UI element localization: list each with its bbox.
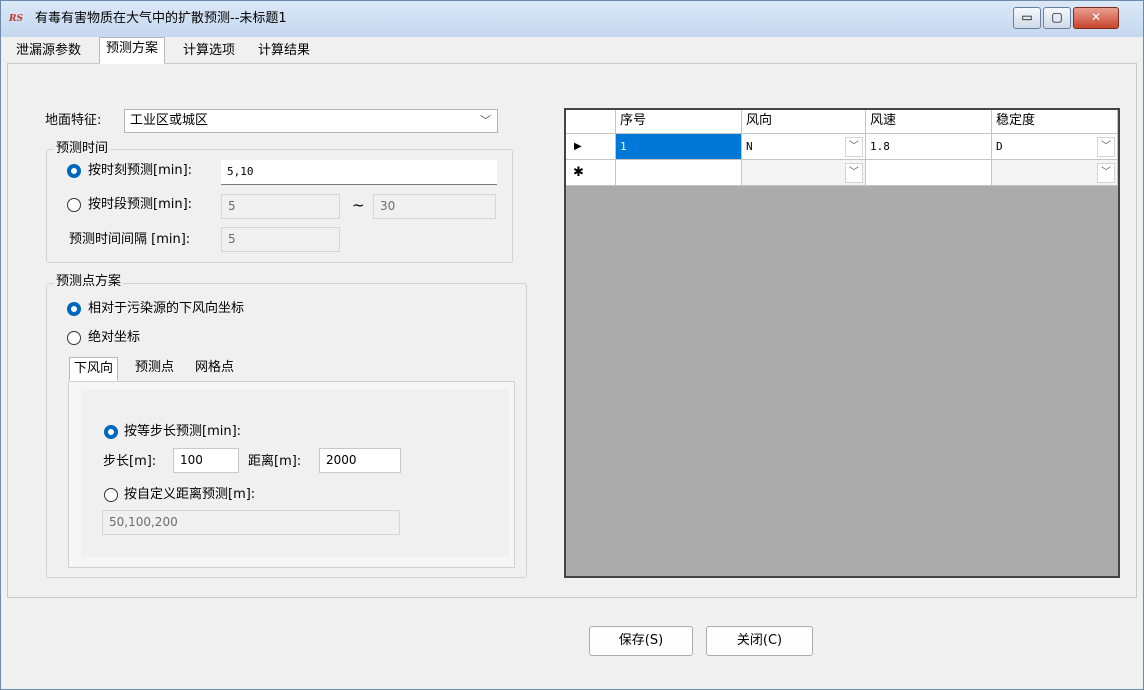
step-input[interactable]: 100 — [173, 448, 239, 473]
by-period-radio[interactable] — [67, 198, 81, 212]
row-indicator-new[interactable]: ✱ — [566, 160, 616, 186]
stability-value: D — [996, 140, 1003, 153]
distance-label: 距离[m]: — [248, 454, 302, 469]
by-moment-label: 按时刻预测[min]: — [88, 163, 193, 178]
minimize-button[interactable]: ▭ — [1013, 7, 1041, 29]
chevron-down-icon: ﹀ — [480, 114, 491, 127]
relative-coords-radio[interactable] — [67, 302, 81, 316]
new-row-cell-index[interactable] — [616, 160, 742, 186]
window-title: 有毒有害物质在大气中的扩散预测--未标题1 — [35, 11, 287, 26]
period-to-input[interactable]: 30 — [373, 194, 496, 219]
subtab-grid-points[interactable]: 网格点 — [191, 357, 238, 381]
new-row-cell-wind-speed[interactable] — [866, 160, 992, 186]
chevron-down-icon[interactable]: ﹀ — [845, 163, 863, 183]
new-row-cell-stability[interactable]: ﹀ — [992, 160, 1118, 186]
custom-distance-label: 按自定义距离预测[m]: — [124, 487, 256, 502]
close-icon: ✕ — [1090, 10, 1102, 24]
interval-label: 预测时间间隔 [min]: — [69, 232, 191, 247]
distance-input[interactable]: 2000 — [319, 448, 401, 473]
save-button[interactable]: 保存(S) — [589, 626, 693, 656]
close-window-button[interactable]: ✕ — [1073, 7, 1119, 29]
application-window: RS 有毒有害物质在大气中的扩散预测--未标题1 ▭ ▢ ✕ 泄漏源参数 预测方… — [0, 0, 1144, 690]
tab-leak-source-params[interactable]: 泄漏源参数 — [9, 39, 88, 63]
period-from-input[interactable]: 5 — [221, 194, 340, 219]
equal-step-label: 按等步长预测[min]: — [124, 424, 242, 439]
grid-cell-wind-direction[interactable]: N ﹀ — [742, 134, 866, 160]
grid-cell-wind-speed[interactable]: 1.8 — [866, 134, 992, 160]
absolute-coords-label: 绝对坐标 — [88, 330, 141, 345]
new-row-cell-wind-direction[interactable]: ﹀ — [742, 160, 866, 186]
row-indicator-current[interactable]: ▶ — [566, 134, 616, 160]
relative-coords-label: 相对于污染源的下风向坐标 — [88, 301, 245, 316]
absolute-coords-radio[interactable] — [67, 331, 81, 345]
column-header-stability[interactable]: 稳定度 — [992, 110, 1118, 134]
subtab-downwind[interactable]: 下风向 — [69, 357, 119, 381]
prediction-point-title: 预测点方案 — [54, 273, 124, 291]
tab-calc-results[interactable]: 计算结果 — [251, 39, 317, 63]
app-icon: RS — [9, 14, 23, 24]
chevron-down-icon[interactable]: ﹀ — [1097, 137, 1115, 157]
by-moment-radio[interactable] — [67, 164, 81, 178]
minimize-icon: ▭ — [1021, 10, 1033, 24]
close-button[interactable]: 关闭(C) — [706, 626, 813, 656]
by-moment-input[interactable]: 5,10 — [221, 160, 497, 185]
step-label: 步长[m]: — [103, 454, 157, 469]
interval-input[interactable]: 5 — [221, 227, 340, 252]
by-period-label: 按时段预测[min]: — [88, 197, 193, 212]
grid-cell-stability[interactable]: D ﹀ — [992, 134, 1118, 160]
chevron-down-icon[interactable]: ﹀ — [845, 137, 863, 157]
tab-prediction-scheme[interactable]: 预测方案 — [99, 37, 166, 64]
grid-corner-header — [566, 110, 616, 134]
column-header-wind-direction[interactable]: 风向 — [742, 110, 866, 134]
maximize-icon: ▢ — [1051, 10, 1063, 24]
maximize-button[interactable]: ▢ — [1043, 7, 1071, 29]
custom-distance-radio[interactable] — [104, 488, 118, 502]
equal-step-radio[interactable] — [104, 425, 118, 439]
chevron-down-icon[interactable]: ﹀ — [1097, 163, 1115, 183]
grid-cell-index[interactable]: 1 — [616, 134, 742, 160]
surface-label: 地面特征: — [45, 113, 102, 128]
title-bar[interactable]: RS 有毒有害物质在大气中的扩散预测--未标题1 ▭ ▢ ✕ — [1, 1, 1143, 37]
tab-calc-options[interactable]: 计算选项 — [176, 39, 242, 63]
subtab-prediction-points[interactable]: 预测点 — [131, 357, 178, 381]
surface-value: 工业区或城区 — [130, 113, 209, 128]
wind-direction-value: N — [746, 140, 753, 153]
column-header-index[interactable]: 序号 — [616, 110, 742, 134]
column-header-wind-speed[interactable]: 风速 — [866, 110, 992, 134]
weather-data-grid[interactable]: 序号 风向 风速 稳定度 ▶ 1 N ﹀ 1.8 D ﹀ ✱ ﹀ ﹀ — [564, 108, 1120, 578]
surface-select[interactable]: 工业区或城区 ﹀ — [124, 109, 498, 133]
prediction-time-title: 预测时间 — [54, 140, 111, 158]
custom-distance-input[interactable]: 50,100,200 — [102, 510, 400, 535]
tilde-separator: ~ — [352, 196, 365, 214]
